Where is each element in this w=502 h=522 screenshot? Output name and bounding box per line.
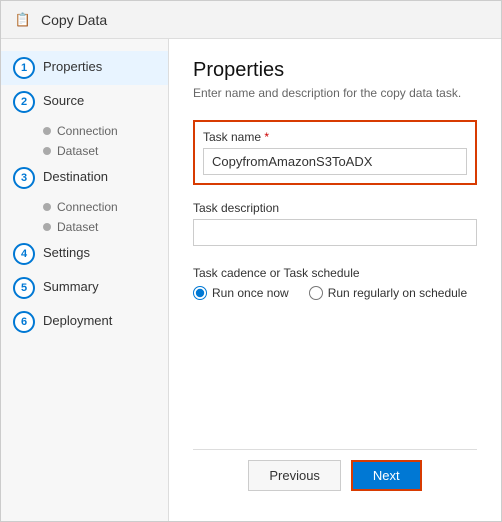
footer: Previous Next (193, 449, 477, 501)
step-circle-source: 2 (13, 91, 35, 113)
radio-run-once-input[interactable] (193, 286, 207, 300)
source-dataset-dot (43, 147, 51, 155)
required-star: * (261, 130, 269, 144)
destination-dataset-label: Dataset (57, 220, 98, 234)
task-description-group: Task description (193, 201, 477, 246)
page-title: Properties (193, 59, 477, 82)
sidebar-label-deployment: Deployment (43, 311, 112, 328)
sidebar-label-settings: Settings (43, 243, 90, 260)
destination-connection-label: Connection (57, 200, 118, 214)
radio-run-once-label: Run once now (212, 286, 289, 300)
app-title: Copy Data (41, 12, 107, 28)
step-circle-destination: 3 (13, 167, 35, 189)
task-cadence-label: Task cadence or Task schedule (193, 266, 477, 280)
sidebar-item-summary[interactable]: 5 Summary (1, 271, 168, 305)
task-description-label: Task description (193, 201, 477, 215)
main-layout: 1 Properties 2 Source Connection Dataset… (1, 39, 501, 521)
previous-button[interactable]: Previous (248, 460, 341, 491)
copy-data-icon: 📋 (13, 10, 33, 30)
source-dataset-item[interactable]: Dataset (43, 141, 168, 161)
sidebar-label-properties: Properties (43, 57, 102, 74)
radio-options: Run once now Run regularly on schedule (193, 286, 477, 300)
task-name-input[interactable] (203, 148, 467, 175)
sidebar-label-destination: Destination (43, 167, 108, 184)
content-panel: Properties Enter name and description fo… (169, 39, 501, 521)
source-connection-dot (43, 127, 51, 135)
sidebar-item-properties[interactable]: 1 Properties (1, 51, 168, 85)
sidebar-item-settings[interactable]: 4 Settings (1, 237, 168, 271)
step-circle-properties: 1 (13, 57, 35, 79)
next-button[interactable]: Next (351, 460, 422, 491)
source-sub-items: Connection Dataset (1, 121, 168, 161)
source-connection-item[interactable]: Connection (43, 121, 168, 141)
destination-dataset-item[interactable]: Dataset (43, 217, 168, 237)
step-circle-summary: 5 (13, 277, 35, 299)
task-name-label: Task name * (203, 130, 467, 144)
task-cadence-group: Task cadence or Task schedule Run once n… (193, 266, 477, 300)
sidebar-label-summary: Summary (43, 277, 99, 294)
sidebar-item-deployment[interactable]: 6 Deployment (1, 305, 168, 339)
sidebar-item-destination[interactable]: 3 Destination (1, 161, 168, 195)
step-circle-deployment: 6 (13, 311, 35, 333)
radio-run-regularly-input[interactable] (309, 286, 323, 300)
radio-run-regularly[interactable]: Run regularly on schedule (309, 286, 467, 300)
source-connection-label: Connection (57, 124, 118, 138)
radio-run-regularly-label: Run regularly on schedule (328, 286, 467, 300)
step-circle-settings: 4 (13, 243, 35, 265)
sidebar-label-source: Source (43, 91, 84, 108)
page-subtitle: Enter name and description for the copy … (193, 86, 477, 100)
task-name-wrapper: Task name * (193, 120, 477, 185)
sidebar: 1 Properties 2 Source Connection Dataset… (1, 39, 169, 521)
destination-sub-items: Connection Dataset (1, 197, 168, 237)
app-header: 📋 Copy Data (1, 1, 501, 39)
source-dataset-label: Dataset (57, 144, 98, 158)
sidebar-item-source[interactable]: 2 Source (1, 85, 168, 119)
destination-connection-item[interactable]: Connection (43, 197, 168, 217)
destination-dataset-dot (43, 223, 51, 231)
task-description-input[interactable] (193, 219, 477, 246)
radio-run-once[interactable]: Run once now (193, 286, 289, 300)
task-name-group: Task name * (203, 130, 467, 175)
destination-connection-dot (43, 203, 51, 211)
